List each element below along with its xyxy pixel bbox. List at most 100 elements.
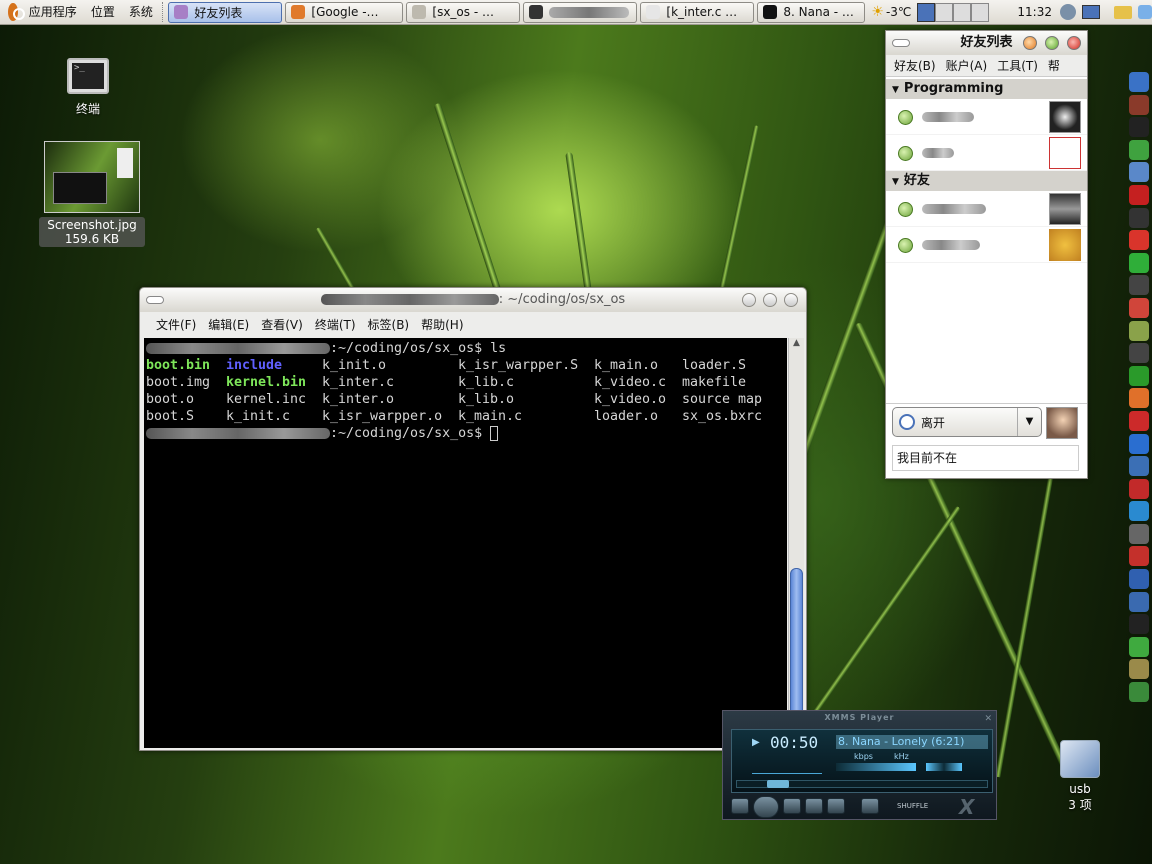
seek-knob[interactable]: [766, 780, 789, 788]
dock-x-icon[interactable]: [1128, 343, 1149, 364]
dock-pokeball-icon[interactable]: [1128, 410, 1149, 431]
dock-panel-icon[interactable]: [1128, 94, 1149, 115]
scroll-up-arrow-icon[interactable]: ▲: [789, 338, 804, 348]
taskbar-button[interactable]: [Google -…: [285, 1, 404, 23]
taskbar-button[interactable]: [sx_os - …: [406, 1, 521, 23]
dock-pencil-icon[interactable]: [1128, 297, 1149, 318]
desktop-terminal-launcher[interactable]: >_ 终端: [58, 58, 118, 117]
chat-icon[interactable]: [1138, 5, 1152, 19]
menu-applications[interactable]: 应用程序: [22, 0, 84, 25]
dock-python-icon[interactable]: [1128, 456, 1149, 477]
desktop-usb-drive[interactable]: usb 3 项: [1052, 740, 1108, 813]
dock-vim-icon[interactable]: [1128, 682, 1149, 703]
ubuntu-logo-icon[interactable]: [8, 3, 25, 21]
away-clock-icon: [899, 414, 915, 430]
shuffle-button[interactable]: SHUFFLE: [897, 802, 928, 810]
xmms-player[interactable]: XMMS Player ✕ ▶ 00:50 8. Nana - Lonely (…: [722, 710, 997, 820]
buddy-row[interactable]: [886, 135, 1087, 171]
volume-slider[interactable]: [836, 763, 916, 771]
minimize-button[interactable]: [742, 293, 756, 307]
dock-film-icon[interactable]: [1128, 569, 1149, 590]
taskbar-button[interactable]: 好友列表: [168, 1, 283, 23]
folder-icon[interactable]: [1114, 5, 1132, 19]
status-message[interactable]: 我目前不在: [892, 445, 1079, 471]
menu-tools[interactable]: 工具(T): [997, 57, 1038, 74]
close-button[interactable]: [1067, 36, 1081, 50]
maximize-button[interactable]: [1045, 36, 1059, 50]
maximize-button[interactable]: [763, 293, 777, 307]
status-selector[interactable]: 离开 ▼: [892, 407, 1042, 437]
window-menu-button[interactable]: [892, 39, 910, 47]
dock-firefox-icon[interactable]: [1128, 388, 1149, 409]
weather-temp[interactable]: -3℃: [886, 5, 911, 19]
buddy-list-titlebar[interactable]: 好友列表: [886, 31, 1087, 55]
menu-edit[interactable]: 编辑(E): [202, 316, 255, 333]
terminal-output[interactable]: :~/coding/os/sx_os$ ls boot.bin boot.img b…: [144, 338, 787, 748]
workspace-switcher[interactable]: [917, 2, 990, 22]
dock-sync-icon[interactable]: [1128, 501, 1149, 522]
menu-places[interactable]: 位置: [84, 0, 122, 25]
stop-button[interactable]: [805, 798, 823, 814]
desktop-screenshot-file[interactable]: Screenshot.jpg 159.6 KB: [39, 141, 145, 247]
dock-arrow-icon[interactable]: [1128, 365, 1149, 386]
terminal-scrollbar[interactable]: ▲: [788, 338, 804, 748]
menu-terminal[interactable]: 终端(T): [309, 316, 362, 333]
dock-notes-icon[interactable]: [1128, 659, 1149, 680]
taskbar-button[interactable]: 8. Nana - …: [757, 1, 866, 23]
dock-network-icon[interactable]: [1128, 72, 1149, 92]
buddy-list-window[interactable]: 好友列表 好友(B) 账户(A) 工具(T) 帮 ▼ Programming ▼ 好…: [885, 30, 1088, 479]
menu-file[interactable]: 文件(F): [150, 316, 202, 333]
balance-slider[interactable]: [926, 763, 962, 771]
dock-equalizer-icon[interactable]: [1128, 252, 1149, 273]
dock-terminal-icon[interactable]: [1128, 614, 1149, 635]
dock-smart-icon[interactable]: [1128, 184, 1149, 205]
group-header[interactable]: ▼ Programming: [886, 79, 1087, 99]
dock-acrobat-icon[interactable]: [1128, 546, 1149, 567]
eject-button[interactable]: [861, 798, 879, 814]
dock-wave-icon[interactable]: [1128, 433, 1149, 454]
dock-skype-icon[interactable]: [1128, 636, 1149, 657]
dock-lifebuoy-icon[interactable]: [1128, 230, 1149, 251]
menu-accounts[interactable]: 账户(A): [946, 57, 988, 74]
previous-button[interactable]: [731, 798, 749, 814]
dock-clock-icon[interactable]: [1128, 162, 1149, 183]
dock-monitor-icon[interactable]: [1128, 207, 1149, 228]
dock-globe-icon[interactable]: [1128, 591, 1149, 612]
dock-book-icon[interactable]: [1128, 320, 1149, 341]
dock-people-icon[interactable]: [1128, 139, 1149, 160]
network-icon[interactable]: [1060, 4, 1076, 20]
buddy-row[interactable]: [886, 191, 1087, 227]
minimize-button[interactable]: [1023, 36, 1037, 50]
chevron-down-icon[interactable]: ▼: [1017, 408, 1041, 436]
dock-camera-icon[interactable]: [1128, 275, 1149, 296]
buddy-row[interactable]: [886, 99, 1087, 135]
xmms-titlebar[interactable]: XMMS Player ✕: [723, 711, 996, 725]
terminal-window[interactable]: : ~/coding/os/sx_os 文件(F) 编辑(E) 查看(V) 终端…: [139, 287, 807, 751]
taskbar-button[interactable]: [k_inter.c …: [640, 1, 755, 23]
dock-pdf-icon[interactable]: [1128, 478, 1149, 499]
ls-entry: k_isr_warpper.o: [322, 409, 443, 424]
close-button[interactable]: ✕: [984, 712, 993, 726]
menu-help[interactable]: 帮助(H): [415, 316, 469, 333]
next-button[interactable]: [827, 798, 845, 814]
menu-buddies[interactable]: 好友(B): [894, 57, 936, 74]
menu-system[interactable]: 系统: [122, 0, 160, 25]
elapsed-time[interactable]: 00:50: [770, 733, 818, 752]
group-header[interactable]: ▼ 好友: [886, 171, 1087, 191]
window-menu-button[interactable]: [146, 296, 164, 304]
menu-view[interactable]: 查看(V): [255, 316, 309, 333]
pause-button[interactable]: [783, 798, 801, 814]
play-button[interactable]: [753, 796, 779, 818]
buddy-row[interactable]: [886, 227, 1087, 263]
terminal-titlebar[interactable]: : ~/coding/os/sx_os: [140, 288, 806, 312]
taskbar-button[interactable]: [523, 1, 638, 23]
menu-tabs[interactable]: 标签(B): [362, 316, 416, 333]
menu-help[interactable]: 帮: [1048, 57, 1060, 74]
clock[interactable]: 11:32: [1017, 5, 1052, 19]
display-icon[interactable]: [1082, 5, 1100, 19]
close-button[interactable]: [784, 293, 798, 307]
my-avatar[interactable]: [1046, 407, 1078, 439]
dock-dice-icon[interactable]: [1128, 523, 1149, 544]
seek-bar[interactable]: [736, 780, 988, 788]
dock-amazon-icon[interactable]: [1128, 117, 1149, 138]
